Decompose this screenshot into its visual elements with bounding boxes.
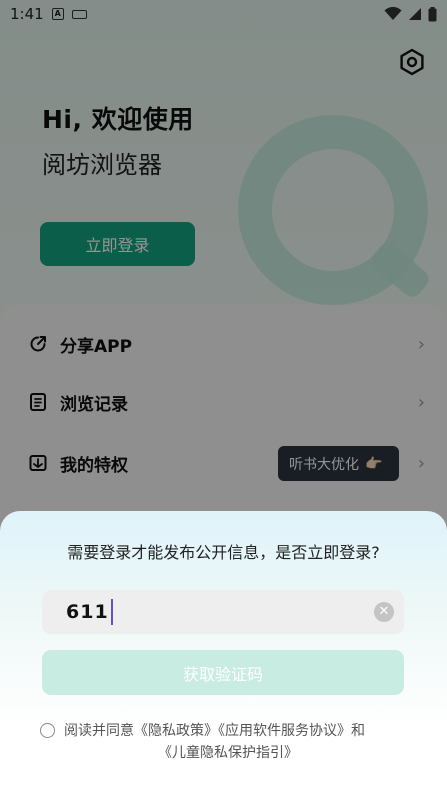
phone-input-value: 611 — [66, 601, 109, 623]
sheet-title: 需要登录才能发布公开信息，是否立即登录? — [67, 543, 380, 562]
phone-input[interactable]: 611 ✕ — [42, 590, 404, 634]
text-caret — [110, 599, 113, 625]
agreement-checkbox[interactable] — [40, 723, 55, 738]
agreement-text-line1[interactable]: 阅读并同意《隐私政策》《应用软件服务协议》和 — [64, 720, 365, 742]
get-verification-code-button[interactable]: 获取验证码 — [42, 650, 404, 695]
agreement-text-line2[interactable]: 《儿童隐私保护指引》 — [158, 742, 298, 764]
login-prompt-sheet: 需要登录才能发布公开信息，是否立即登录? 611 ✕ 获取验证码 阅读并同意《隐… — [0, 511, 447, 797]
clear-input-icon[interactable]: ✕ — [374, 602, 394, 622]
